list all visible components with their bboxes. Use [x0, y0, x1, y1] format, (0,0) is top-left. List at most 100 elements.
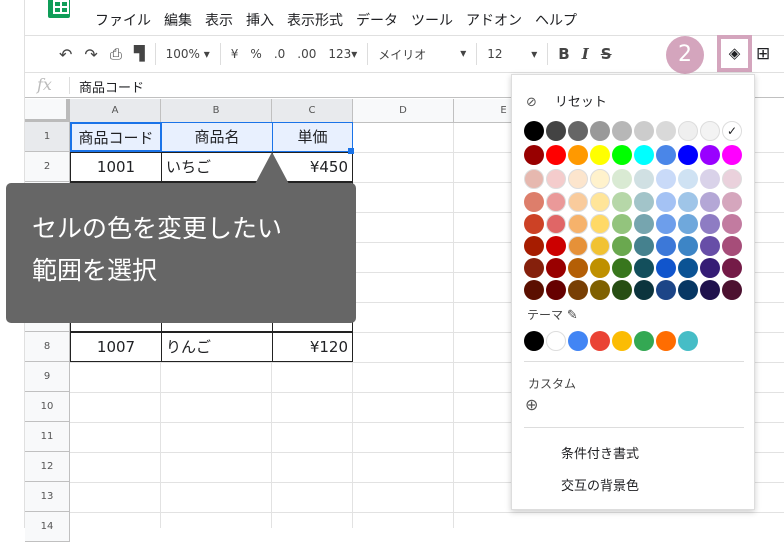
undo-icon[interactable]: ↶ — [53, 45, 78, 64]
color-swatch[interactable] — [700, 145, 720, 165]
cell-a2[interactable]: 1001 — [70, 152, 162, 182]
color-swatch[interactable] — [524, 192, 544, 212]
theme-color-swatch[interactable] — [524, 331, 544, 351]
row-header-10[interactable]: 10 — [25, 392, 70, 422]
color-swatch[interactable] — [700, 214, 720, 234]
color-swatch[interactable] — [678, 121, 698, 141]
color-swatch[interactable] — [656, 236, 676, 256]
theme-color-swatch[interactable] — [612, 331, 632, 351]
column-header-a[interactable]: A — [70, 99, 161, 123]
increase-decimal-button[interactable]: .00 — [291, 47, 322, 61]
italic-button[interactable]: I — [576, 45, 595, 63]
fill-color-button[interactable]: ◈ — [717, 35, 752, 72]
color-swatch[interactable] — [524, 236, 544, 256]
color-swatch[interactable] — [612, 258, 632, 278]
menu-format[interactable]: 表示形式 — [287, 10, 343, 30]
color-swatch[interactable] — [700, 192, 720, 212]
color-swatch[interactable] — [524, 145, 544, 165]
color-swatch[interactable] — [546, 236, 566, 256]
menu-data[interactable]: データ — [356, 10, 398, 30]
color-swatch[interactable] — [568, 169, 588, 189]
more-formats-button[interactable]: 123▾ — [322, 47, 363, 61]
color-swatch[interactable] — [656, 280, 676, 300]
row-header-12[interactable]: 12 — [25, 452, 70, 482]
color-swatch[interactable] — [546, 214, 566, 234]
select-all-corner[interactable] — [25, 99, 70, 123]
color-swatch[interactable] — [700, 169, 720, 189]
row-header-9[interactable]: 9 — [25, 362, 70, 392]
cell-b1[interactable]: 商品名 — [161, 122, 273, 152]
theme-color-swatch[interactable] — [568, 331, 588, 351]
menu-tools[interactable]: ツール — [411, 10, 453, 30]
color-swatch[interactable] — [656, 121, 676, 141]
color-swatch[interactable] — [700, 258, 720, 278]
column-header-c[interactable]: C — [272, 99, 353, 123]
decrease-decimal-button[interactable]: .0 — [268, 47, 291, 61]
cell-c8[interactable]: ¥120 — [272, 332, 353, 362]
cell-a8[interactable]: 1007 — [70, 332, 162, 362]
color-swatch[interactable] — [568, 280, 588, 300]
color-swatch[interactable] — [568, 236, 588, 256]
cell-b8[interactable]: りんご — [161, 332, 273, 362]
color-swatch[interactable] — [546, 280, 566, 300]
color-swatch[interactable] — [612, 121, 632, 141]
color-swatch[interactable] — [634, 236, 654, 256]
color-swatch[interactable] — [700, 236, 720, 256]
color-swatch[interactable] — [546, 169, 566, 189]
color-swatch[interactable] — [678, 258, 698, 278]
color-swatch[interactable] — [524, 169, 544, 189]
menu-addons[interactable]: アドオン — [466, 10, 522, 30]
font-select[interactable]: メイリオ ▾ — [372, 46, 472, 63]
color-swatch[interactable] — [612, 236, 632, 256]
column-header-d[interactable]: D — [353, 99, 454, 123]
color-swatch[interactable] — [700, 121, 720, 141]
theme-color-swatch[interactable] — [546, 331, 566, 351]
color-swatch[interactable] — [722, 214, 742, 234]
color-swatch[interactable] — [656, 214, 676, 234]
color-swatch[interactable] — [722, 236, 742, 256]
color-swatch[interactable] — [722, 192, 742, 212]
cell-a1[interactable]: 商品コード — [70, 122, 162, 152]
paint-format-icon[interactable]: ▜ — [128, 46, 151, 62]
color-swatch[interactable] — [656, 169, 676, 189]
color-swatch[interactable] — [678, 280, 698, 300]
row-header-11[interactable]: 11 — [25, 422, 70, 452]
menu-help[interactable]: ヘルプ — [535, 10, 577, 30]
color-swatch[interactable] — [524, 280, 544, 300]
formula-input[interactable]: 商品コード — [79, 77, 144, 96]
color-swatch[interactable] — [524, 121, 544, 141]
cell-c1[interactable]: 単価 — [272, 122, 353, 152]
row-header-13[interactable]: 13 — [25, 482, 70, 512]
color-swatch[interactable] — [546, 192, 566, 212]
color-swatch[interactable] — [568, 121, 588, 141]
color-swatch[interactable] — [612, 280, 632, 300]
color-swatch[interactable] — [612, 192, 632, 212]
color-swatch[interactable] — [612, 169, 632, 189]
color-swatch[interactable] — [612, 214, 632, 234]
color-swatch[interactable] — [590, 280, 610, 300]
menu-view[interactable]: 表示 — [205, 10, 233, 30]
theme-color-swatch[interactable] — [656, 331, 676, 351]
color-swatch[interactable] — [634, 145, 654, 165]
percent-button[interactable]: % — [244, 47, 267, 61]
column-header-b[interactable]: B — [161, 99, 272, 123]
color-swatch[interactable] — [678, 169, 698, 189]
color-swatch[interactable] — [590, 236, 610, 256]
conditional-formatting-item[interactable]: 条件付き書式 — [561, 443, 639, 462]
color-swatch[interactable] — [590, 169, 610, 189]
color-swatch[interactable] — [634, 280, 654, 300]
color-swatch[interactable] — [612, 145, 632, 165]
add-custom-color-icon[interactable]: ⊕ — [525, 395, 538, 414]
color-swatch[interactable] — [546, 145, 566, 165]
color-swatch[interactable] — [590, 145, 610, 165]
color-swatch[interactable] — [656, 192, 676, 212]
color-swatch[interactable] — [700, 280, 720, 300]
menu-insert[interactable]: 挿入 — [246, 10, 274, 30]
color-swatch[interactable] — [590, 121, 610, 141]
color-swatch[interactable] — [678, 192, 698, 212]
color-swatch[interactable] — [656, 145, 676, 165]
color-swatch[interactable] — [634, 192, 654, 212]
color-swatch[interactable] — [568, 192, 588, 212]
color-swatch[interactable] — [546, 121, 566, 141]
color-swatch[interactable] — [678, 214, 698, 234]
